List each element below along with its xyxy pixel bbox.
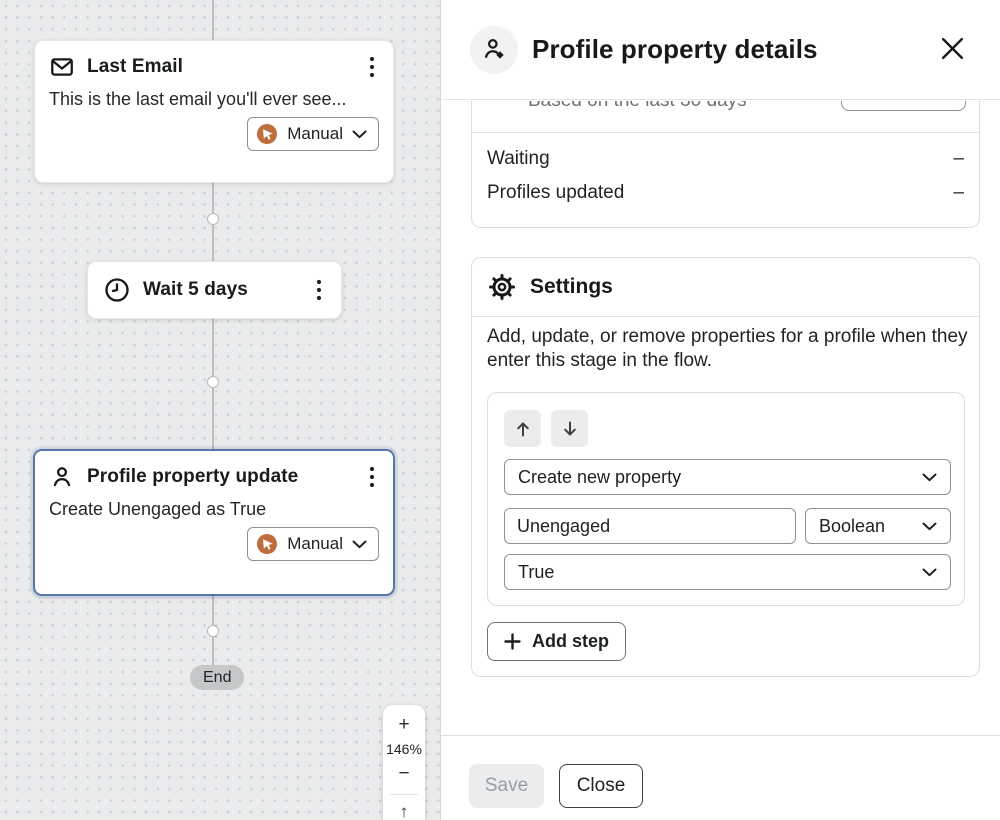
flow-canvas[interactable]: Last Email This is the last email you'll… (0, 0, 441, 820)
person-icon (49, 464, 75, 490)
connector-dot (207, 213, 219, 225)
panel-scroll-area[interactable]: Based on the last 30 days Waiting – Prof… (441, 101, 1000, 735)
person-diamond-icon (481, 36, 508, 63)
property-step-panel: Create new property Boolean (487, 392, 965, 606)
node-title: Last Email (87, 56, 353, 78)
email-icon (49, 54, 75, 80)
node-title: Profile property update (87, 466, 353, 488)
analytics-row-waiting: Waiting – (487, 144, 964, 174)
row-value: – (953, 182, 964, 204)
row-label: Waiting (487, 148, 550, 170)
plus-icon (504, 633, 521, 650)
divider (472, 316, 979, 317)
manual-cursor-icon (256, 533, 278, 555)
flow-node-last-email[interactable]: Last Email This is the last email you'll… (34, 40, 394, 183)
connector-dot (207, 376, 219, 388)
kebab-menu-icon[interactable] (365, 464, 379, 490)
manual-label: Manual (287, 534, 343, 554)
property-type-select[interactable]: Boolean (805, 508, 951, 544)
analytics-card: Based on the last 30 days Waiting – Prof… (471, 101, 980, 228)
manual-label: Manual (287, 124, 343, 144)
panel-header: Profile property details (441, 0, 1000, 100)
close-button[interactable]: Close (559, 764, 643, 808)
settings-description: Add, update, or remove properties for a … (487, 325, 971, 372)
flow-node-profile-property-update[interactable]: Profile property update Create Unengaged… (33, 449, 395, 596)
zoom-level: 146% (386, 739, 422, 760)
add-step-label: Add step (532, 631, 609, 652)
clock-icon (103, 276, 131, 304)
gear-icon (487, 272, 517, 302)
property-action-select[interactable]: Create new property (504, 459, 951, 495)
chevron-down-icon (922, 522, 937, 531)
node-body-text: Create Unengaged as True (49, 499, 379, 520)
row-label: Profiles updated (487, 182, 624, 204)
settings-title: Settings (530, 275, 613, 299)
close-icon[interactable] (937, 33, 968, 64)
chevron-down-icon (922, 568, 937, 577)
divider (472, 132, 979, 133)
analytics-clipped-button[interactable] (841, 101, 966, 111)
panel-footer: Save Close (441, 735, 1000, 820)
add-step-button[interactable]: Add step (487, 622, 626, 661)
avatar (470, 26, 518, 74)
kebab-menu-icon[interactable] (365, 54, 379, 80)
chevron-down-icon (352, 130, 367, 139)
back-to-top-button[interactable]: ↑ (383, 799, 425, 820)
selected-option: Create new property (518, 467, 681, 488)
node-body-text: This is the last email you'll ever see..… (49, 89, 379, 110)
arrow-up-icon[interactable] (504, 410, 541, 447)
row-value: – (953, 148, 964, 170)
manual-cursor-icon (256, 123, 278, 145)
node-title: Wait 5 days (143, 279, 300, 301)
connector-dot (207, 625, 219, 637)
divider (390, 794, 418, 795)
kebab-menu-icon[interactable] (312, 277, 326, 303)
manual-status-dropdown[interactable]: Manual (247, 527, 379, 561)
selected-option: Boolean (819, 516, 885, 537)
save-button[interactable]: Save (469, 764, 544, 808)
arrow-down-icon[interactable] (551, 410, 588, 447)
zoom-out-button[interactable]: − (383, 760, 425, 788)
property-value-select[interactable]: True (504, 554, 951, 590)
details-panel: Profile property details Based on the la… (441, 0, 1000, 820)
flow-end-badge: End (190, 665, 244, 690)
chevron-down-icon (922, 473, 937, 482)
zoom-in-button[interactable]: + (383, 711, 425, 739)
chevron-down-icon (352, 540, 367, 549)
zoom-controls: + 146% − ↑ (383, 705, 425, 820)
manual-status-dropdown[interactable]: Manual (247, 117, 379, 151)
flow-node-wait[interactable]: Wait 5 days (87, 261, 342, 319)
property-name-input[interactable] (504, 508, 796, 544)
panel-title: Profile property details (532, 34, 818, 65)
analytics-row-profiles-updated: Profiles updated – (487, 178, 964, 208)
settings-card: Settings Add, update, or remove properti… (471, 257, 980, 677)
analytics-subtitle: Based on the last 30 days (528, 101, 747, 112)
selected-option: True (518, 562, 554, 583)
